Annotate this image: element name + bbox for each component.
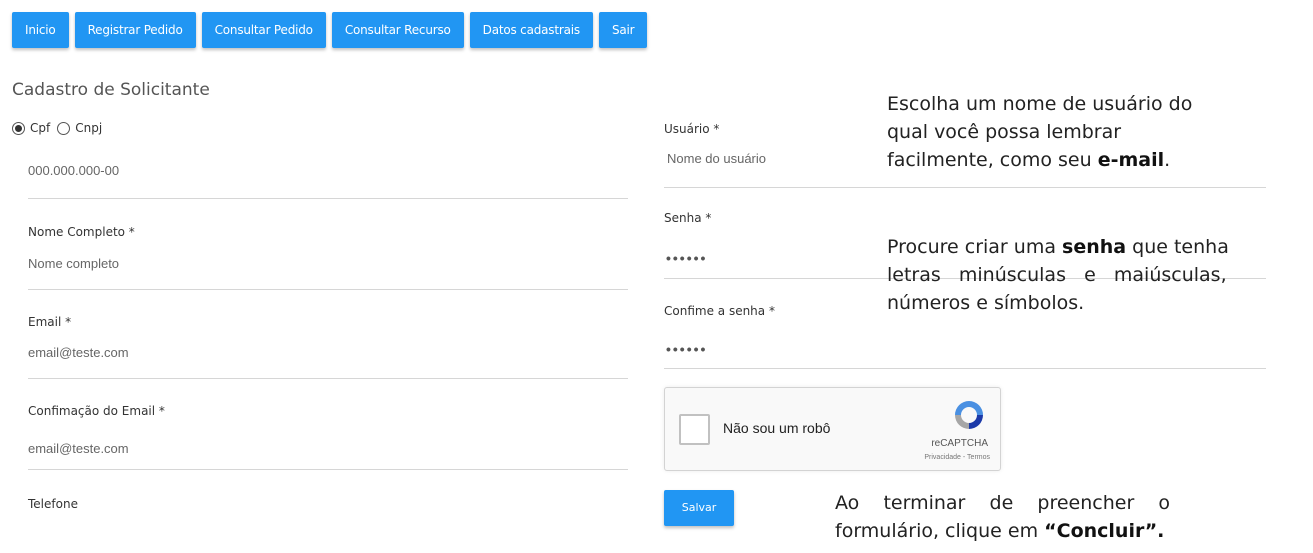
usuario-note-line2: qual você possa lembrar	[887, 121, 1122, 143]
email-input[interactable]: email@teste.com	[28, 345, 129, 360]
cpf-field[interactable]: 000.000.000-00	[28, 163, 119, 178]
senha-label: Senha *	[664, 211, 712, 225]
email-input-wrap[interactable]: email@teste.com	[28, 345, 129, 360]
usuario-note-line1: Escolha um nome de usuário do	[887, 93, 1193, 115]
concluir-note: Ao terminar de preencher o formulário, c…	[835, 489, 1275, 545]
top-nav: Inicio Registrar Pedido Consultar Pedido…	[12, 12, 648, 48]
email-confirm-input-wrap[interactable]: email@teste.com	[28, 441, 129, 456]
usuario-input[interactable]: Nome do usuário	[667, 151, 766, 166]
nav-registrar-pedido-button[interactable]: Registrar Pedido	[74, 12, 196, 48]
concluir-note-line2-text: formulário, clique em	[835, 520, 1045, 542]
senha-note-line1-text: Procure criar uma	[887, 236, 1063, 258]
recaptcha-widget: Não sou um robô reCAPTCHA Privacidade - …	[664, 387, 1001, 471]
cpf-underline	[28, 198, 628, 199]
senha-field: Senha *	[664, 211, 711, 225]
usuario-note: Escolha um nome de usuário do qual você …	[887, 90, 1192, 174]
nome-underline	[28, 289, 628, 290]
nav-sair-button[interactable]: Sair	[598, 12, 648, 48]
senha-note-line1: Procure criar uma senha que tenha	[887, 233, 1311, 261]
senha-note-line3: números e símbolos.	[887, 292, 1085, 314]
email-confirm-input[interactable]: email@teste.com	[28, 441, 129, 456]
confirme-senha-underline	[664, 368, 1266, 369]
nome-field: Nome Completo *	[28, 225, 135, 239]
senha-note-line2: letras minúsculas e maiúsculas,	[887, 264, 1227, 286]
usuario-underline	[664, 187, 1266, 188]
senha-input[interactable]: ••••••	[666, 250, 707, 266]
cpf-radio-label[interactable]: Cpf	[30, 121, 50, 135]
usuario-note-line3: facilmente, como seu e-mail.	[887, 146, 1192, 174]
concluir-note-line1: Ao terminar de preencher o	[835, 492, 1171, 514]
cpf-radio[interactable]	[12, 121, 25, 135]
usuario-input-wrap[interactable]: Nome do usuário	[667, 151, 766, 166]
email-confirm-field: Confimação do Email *	[28, 404, 165, 418]
concluir-note-line2: formulário, clique em “Concluir”.	[835, 517, 1275, 545]
telefone-label: Telefone	[28, 497, 78, 511]
nav-consultar-recurso-button[interactable]: Consultar Recurso	[331, 12, 464, 48]
nome-input[interactable]: Nome completo	[28, 256, 119, 271]
email-confirm-label: Confimação do Email *	[28, 404, 165, 418]
nome-input-wrap[interactable]: Nome completo	[28, 256, 119, 271]
cpf-input[interactable]: 000.000.000-00	[28, 163, 119, 178]
senha-note-line1-end: que tenha	[1126, 236, 1229, 258]
usuario-note-line3-end: .	[1164, 149, 1171, 171]
nav-datos-cadastrais-button[interactable]: Datos cadastrais	[469, 12, 593, 48]
usuario-note-line3-text: facilmente, como seu	[887, 149, 1098, 171]
recaptcha-checkbox[interactable]	[679, 414, 710, 445]
cnpj-radio[interactable]	[57, 121, 71, 135]
nav-inicio-button[interactable]: Inicio	[12, 12, 69, 48]
doc-type-group: Cpf Cnpj	[12, 121, 109, 135]
recaptcha-logo-icon	[955, 401, 983, 429]
senha-note: Procure criar uma senha que tenha letras…	[887, 233, 1311, 317]
recaptcha-text: Não sou um robô	[723, 420, 831, 436]
usuario-note-email-bold: e-mail	[1097, 149, 1165, 171]
save-button[interactable]: Salvar	[664, 490, 734, 526]
concluir-note-bold: “Concluir”.	[1044, 520, 1165, 542]
senha-note-senha-bold: senha	[1062, 236, 1127, 258]
confirme-senha-field: Confime a senha *	[664, 304, 775, 318]
email-field: Email *	[28, 315, 71, 329]
recaptcha-brand: reCAPTCHA	[931, 438, 988, 449]
nome-label: Nome Completo *	[28, 225, 135, 239]
email-confirm-underline	[28, 469, 628, 470]
telefone-field: Telefone	[28, 497, 78, 511]
confirme-senha-label: Confime a senha *	[664, 304, 775, 318]
email-underline	[28, 378, 628, 379]
confirme-senha-input-wrap[interactable]: ••••••	[666, 341, 707, 357]
confirme-senha-input[interactable]: ••••••	[666, 341, 707, 357]
email-label: Email *	[28, 315, 72, 329]
nav-consultar-pedido-button[interactable]: Consultar Pedido	[201, 12, 326, 48]
page-title: Cadastro de Solicitante	[12, 80, 210, 100]
usuario-field: Usuário *	[664, 122, 719, 136]
cnpj-radio-label[interactable]: Cnpj	[75, 121, 102, 135]
usuario-label: Usuário *	[664, 122, 720, 136]
senha-input-wrap[interactable]: ••••••	[666, 250, 707, 266]
recaptcha-privacy-links[interactable]: Privacidade - Termos	[924, 454, 990, 461]
